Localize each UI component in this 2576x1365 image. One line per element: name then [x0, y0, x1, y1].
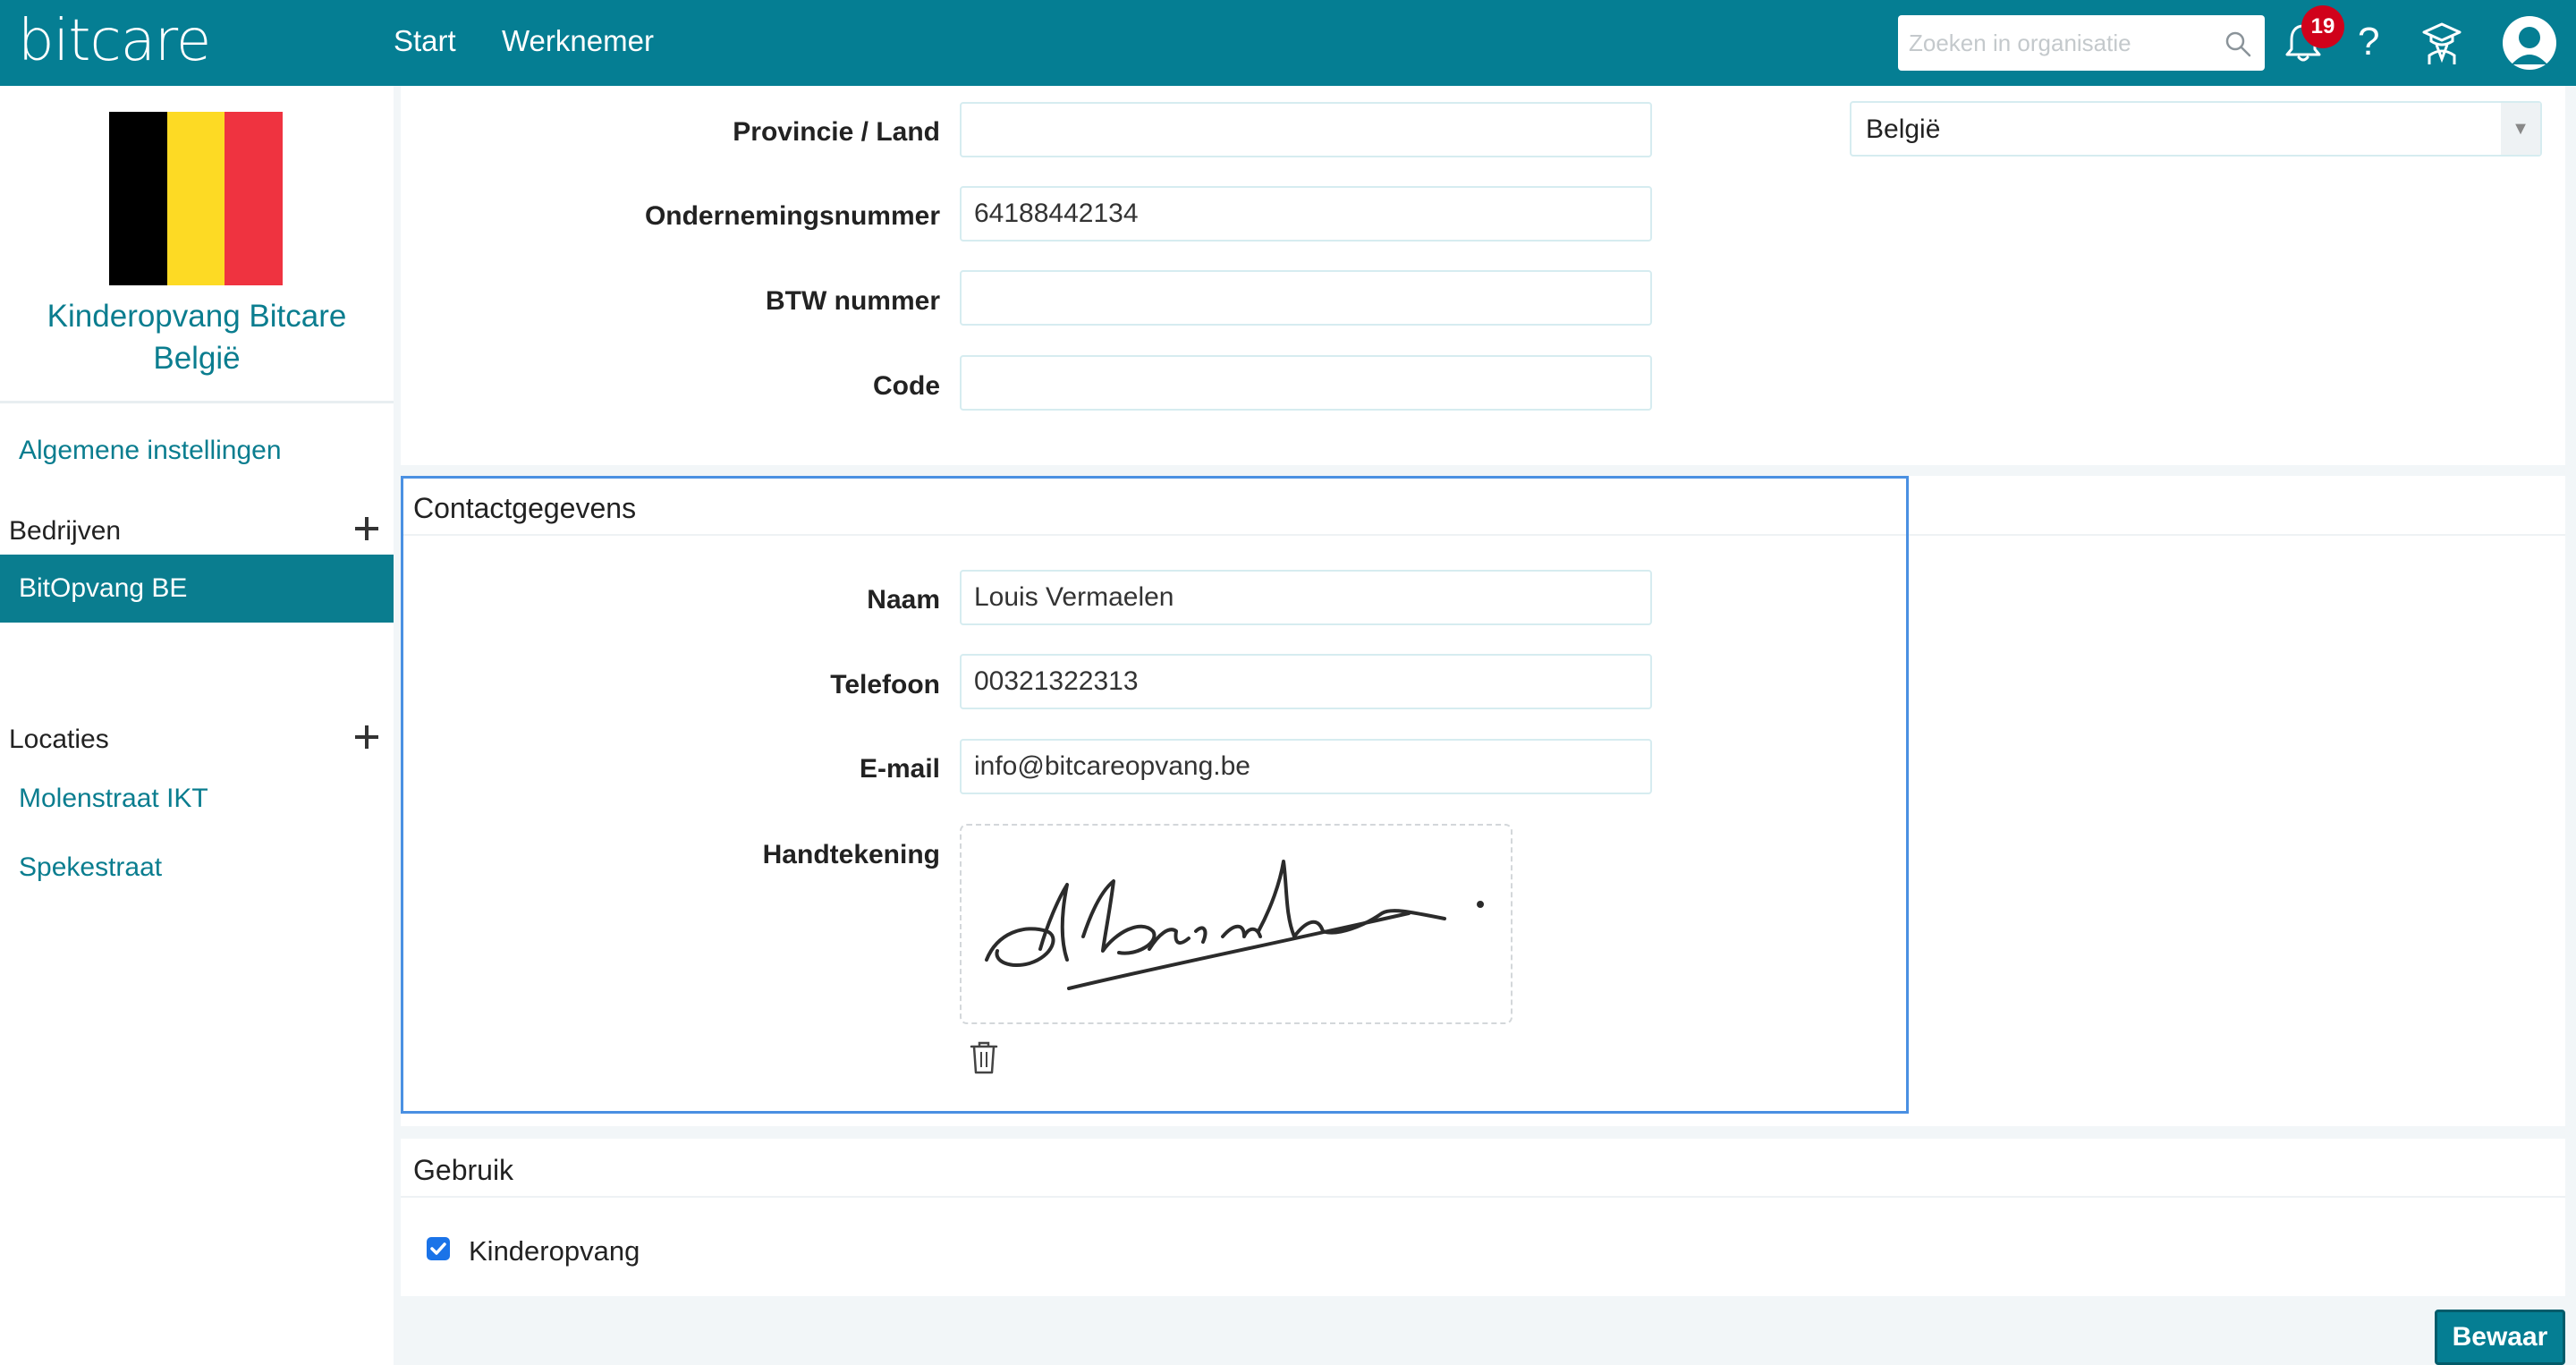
belgium-flag [109, 112, 284, 285]
companies-heading: Bedrijven [9, 516, 122, 546]
organization-name: Kinderopvang Bitcare België [0, 295, 394, 379]
search-input[interactable] [1909, 15, 2213, 71]
notification-badge[interactable]: 19 [2301, 5, 2344, 48]
sidebar-item-general-settings[interactable]: Algemene instellingen [19, 434, 282, 468]
add-location-plus-icon[interactable] [352, 723, 381, 751]
company-number-label: Ondernemingsnummer [644, 201, 940, 231]
childcare-checkbox[interactable] [427, 1237, 450, 1260]
usage-section-title: Gebruik [413, 1154, 514, 1186]
bitcare-logo[interactable]: bitcare [18, 9, 211, 73]
checkmark-icon [430, 1242, 446, 1255]
sidebar-item-spekestraat[interactable]: Spekestraat [19, 851, 162, 885]
save-button[interactable]: Bewaar [2435, 1310, 2565, 1365]
company-number-input[interactable] [960, 186, 1652, 242]
search-box [1898, 15, 2265, 71]
province-label: Provincie / Land [733, 117, 940, 147]
nav-werknemer[interactable]: Werknemer [502, 23, 654, 59]
academy-icon[interactable] [2420, 20, 2463, 66]
organization-name-line1: Kinderopvang Bitcare [47, 299, 347, 334]
contact-focus-outline [401, 476, 1909, 1114]
code-input[interactable] [960, 355, 1652, 411]
usage-header-rule [401, 1196, 2565, 1198]
locations-heading: Locaties [9, 725, 109, 754]
avatar-icon[interactable] [2501, 14, 2558, 72]
help-icon[interactable]: ? [2358, 20, 2379, 64]
sidebar-divider [0, 401, 394, 403]
add-company-plus-icon[interactable] [352, 514, 381, 543]
sidebar-item-molenstraat-ikt[interactable]: Molenstraat IKT [19, 782, 208, 816]
organization-name-line2: België [153, 341, 241, 376]
vat-number-label: BTW nummer [766, 286, 940, 316]
country-select-value: België [1866, 114, 1941, 144]
nav-start[interactable]: Start [394, 23, 456, 59]
chevron-down-icon[interactable]: ▼ [2501, 103, 2540, 155]
code-label: Code [873, 371, 940, 401]
sidebar-item-bitopvang-be[interactable]: BitOpvang BE [0, 555, 394, 623]
usage-panel [401, 1139, 2565, 1296]
sidebar: Kinderopvang Bitcare België Algemene ins… [0, 86, 394, 1365]
childcare-checkbox-label[interactable]: Kinderopvang [469, 1234, 640, 1268]
search-icon[interactable] [2224, 30, 2252, 58]
province-input[interactable] [960, 102, 1652, 157]
country-select[interactable]: België ▼ [1850, 101, 2542, 157]
vat-number-input[interactable] [960, 270, 1652, 326]
top-bar: bitcare Start Werknemer 19 ? [0, 0, 2576, 86]
